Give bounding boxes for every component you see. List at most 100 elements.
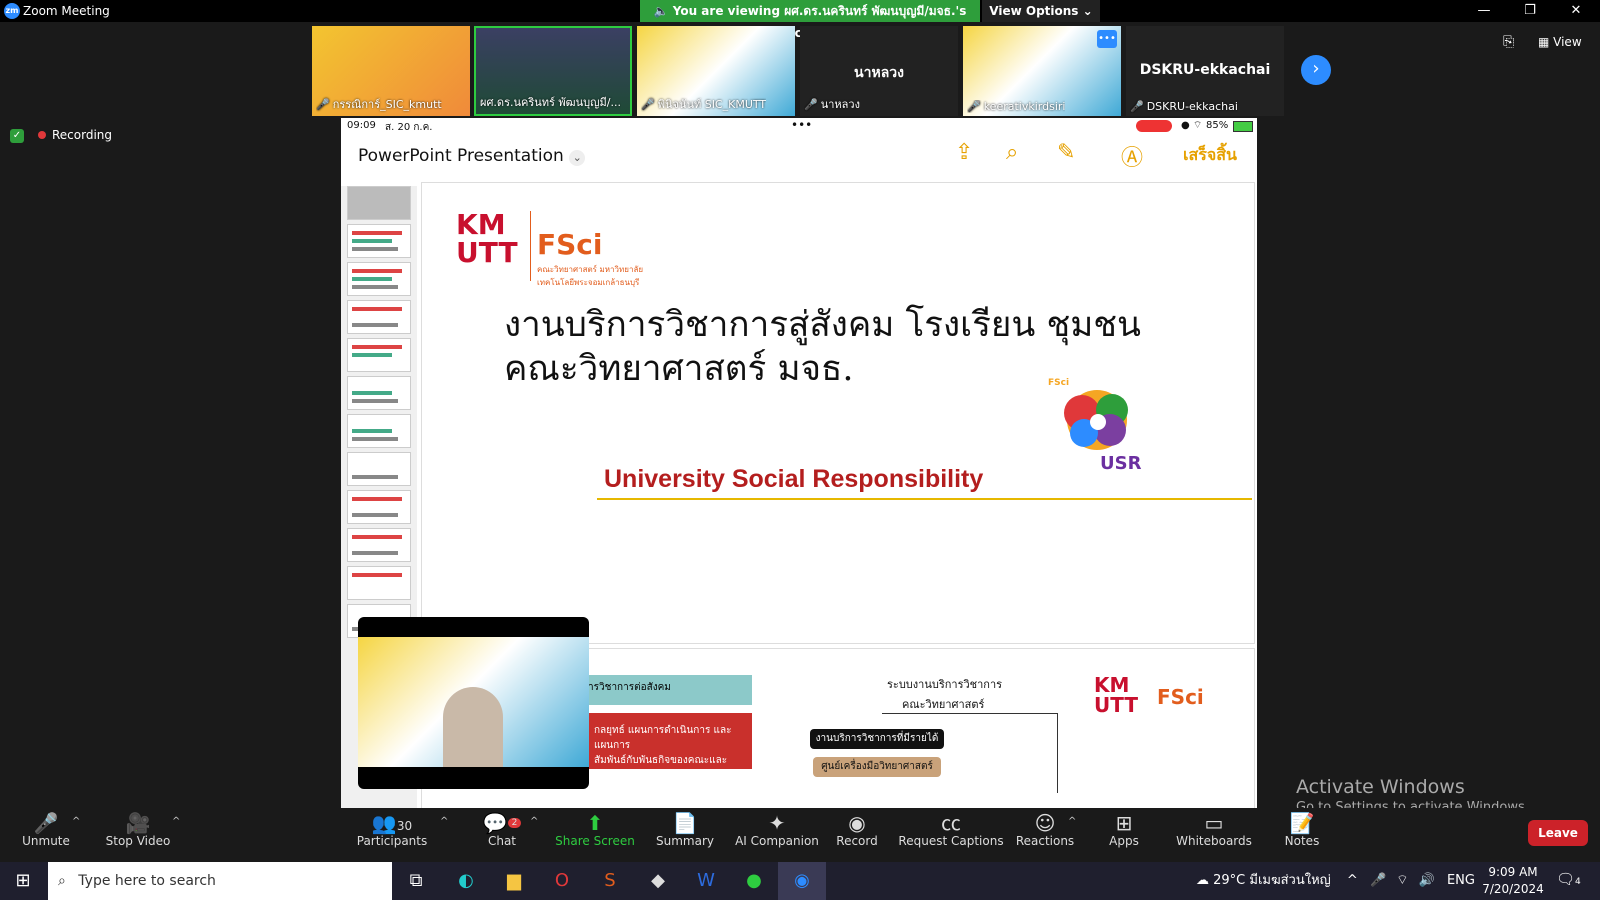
slide-thumbnail[interactable] xyxy=(347,490,411,524)
next-page-arrow-icon[interactable]: › xyxy=(1301,55,1331,85)
view-options-button[interactable]: View Options ⌄ xyxy=(982,0,1100,22)
slide-thumbnail[interactable] xyxy=(347,338,411,372)
mic-icon[interactable]: 🎤 xyxy=(1370,873,1386,888)
captions-button[interactable]: ㏄ Request Captions xyxy=(896,808,1006,862)
network-icon[interactable]: ⌔ xyxy=(1396,873,1408,888)
view-button[interactable]: ▦ View xyxy=(1538,35,1582,49)
usr-logo-fsci: FSci xyxy=(1048,378,1070,388)
participant-tile[interactable]: 🎤 พินิจนันท์ SIC_KMUTT xyxy=(637,26,795,116)
kmutt-logo-small: KM UTT xyxy=(1094,673,1138,717)
recording-indicator[interactable]: ✓ Recording xyxy=(10,128,112,143)
participants-button[interactable]: 👥30 Participants xyxy=(342,808,442,862)
slide2-box2-line1: กลยุทธ์ แผนการดำเนินการ และแผนการ xyxy=(594,725,732,751)
pen-tools-icon[interactable]: ✎ xyxy=(1057,140,1075,165)
line-icon[interactable]: ● xyxy=(730,862,778,900)
volume-icon[interactable]: 🔊 xyxy=(1419,873,1435,888)
clock[interactable]: 9:09 AM 7/20/2024 xyxy=(1478,864,1548,898)
participant-tile[interactable]: 🎤 กรรณิการ์_SIC_kmutt xyxy=(312,26,470,116)
more-dots-icon[interactable]: ••• xyxy=(791,118,812,132)
markup-icon[interactable]: Ⓐ xyxy=(1121,140,1143,172)
mic-muted-icon: 🎤 xyxy=(967,100,981,113)
apps-button[interactable]: ⊞ Apps xyxy=(1074,808,1174,862)
slide-thumbnail[interactable] xyxy=(347,414,411,448)
opera-icon[interactable]: O xyxy=(538,862,586,900)
weather-text[interactable]: 29°C มีเมฆส่วนใหญ่ xyxy=(1213,873,1331,888)
slide-thumbnail[interactable] xyxy=(347,224,411,258)
slide-thumbnail[interactable] xyxy=(347,528,411,562)
fsci-logo-small: FSci xyxy=(1157,685,1204,709)
chevron-up-icon[interactable]: ^ xyxy=(172,816,180,827)
participant-tile-active[interactable]: ผศ.ดร.นครินทร์ พัฒนบุญมี/... xyxy=(474,26,632,116)
slide-thumbnail[interactable] xyxy=(347,452,411,486)
chevron-up-icon[interactable]: ^ xyxy=(530,816,538,827)
notes-label: Notes xyxy=(1284,834,1320,848)
participant-name: ผศ.ดร.นครินทร์ พัฒนบุญมี/... xyxy=(480,96,621,109)
usr-heading: University Social Responsibility xyxy=(604,465,984,493)
slide-thumbnail[interactable] xyxy=(347,376,411,410)
slide-thumbnail[interactable] xyxy=(347,566,411,600)
participant-big-name: นาหลวง xyxy=(854,65,904,81)
slide2-subheading: คณะวิทยาศาสตร์ xyxy=(902,698,985,711)
done-button[interactable]: เสร็จสิ้น xyxy=(1183,143,1237,168)
weather-icon[interactable]: ☁ xyxy=(1196,873,1213,888)
edge-icon[interactable]: ◐ xyxy=(442,862,490,900)
notification-count: 4 xyxy=(1575,877,1581,887)
zoom-logo-icon: zm xyxy=(4,3,20,19)
whiteboards-label: Whiteboards xyxy=(1176,834,1252,848)
share-screen-icon: ⬆ xyxy=(586,811,604,835)
wifi-icon: ● ⌔ xyxy=(1181,120,1203,131)
slide-current[interactable]: KM UTT FSci คณะวิทยาศาสตร์ มหาวิทยาลัยเท… xyxy=(421,182,1255,644)
participants-label: Participants xyxy=(356,834,428,848)
notification-icon[interactable]: 🗨4 xyxy=(1556,870,1581,888)
chevron-down-icon[interactable]: ⌄ xyxy=(569,150,586,166)
cc-icon: ㏄ xyxy=(941,811,961,835)
record-icon: ◉ xyxy=(848,811,866,835)
share-screen-button[interactable]: ⬆ Share Screen xyxy=(545,808,645,862)
leave-button[interactable]: Leave xyxy=(1528,820,1588,846)
language-indicator[interactable]: ENG xyxy=(1447,873,1475,888)
share-icon[interactable]: ⇪ xyxy=(955,140,973,165)
chevron-up-icon[interactable]: ^ xyxy=(440,816,448,827)
restore-button[interactable]: ❐ xyxy=(1508,0,1552,22)
slide-thumbnail[interactable] xyxy=(347,300,411,334)
s-app-icon[interactable]: S xyxy=(586,862,634,900)
notes-icon: 📝 xyxy=(1289,811,1315,835)
stop-video-label: Stop Video xyxy=(105,834,171,848)
word-icon[interactable]: W xyxy=(682,862,730,900)
tree-line xyxy=(882,713,1058,714)
participant-tile[interactable]: นาหลวง 🎤 นาหลวง xyxy=(800,26,958,116)
reactions-label: Reactions xyxy=(1015,834,1075,848)
underline-divider xyxy=(597,498,1252,500)
status-time: 09:09 xyxy=(347,120,376,131)
file-explorer-icon[interactable]: ▆ xyxy=(490,862,538,900)
layout-icon[interactable]: ⎘ xyxy=(1503,34,1514,50)
unmute-label: Unmute xyxy=(22,834,70,848)
app-icon[interactable]: ◆ xyxy=(634,862,682,900)
zoom-taskbar-icon[interactable]: ◉ xyxy=(778,862,826,900)
ppt-title[interactable]: PowerPoint Presentation ⌄ xyxy=(358,146,586,166)
logo-divider xyxy=(530,211,531,281)
summary-button[interactable]: 📄 Summary xyxy=(635,808,735,862)
record-button[interactable]: ◉ Record xyxy=(807,808,907,862)
windows-taskbar: ⊞ ⌕ Type here to search ⧉ ◐ ▆ O S ◆ W ● … xyxy=(0,862,1600,900)
slide2-heading: ระบบงานบริการวิชาการ xyxy=(887,678,1003,691)
whiteboards-button[interactable]: ▭ Whiteboards xyxy=(1164,808,1264,862)
search-icon[interactable]: ⌕ xyxy=(1006,140,1018,165)
notes-button[interactable]: 📝 Notes xyxy=(1262,808,1342,862)
slide-thumbnail[interactable] xyxy=(347,262,411,296)
chevron-up-icon[interactable]: ^ xyxy=(72,816,80,827)
mic-muted-icon: 🎤 xyxy=(641,98,655,111)
record-dot-icon xyxy=(38,131,46,139)
pip-video[interactable] xyxy=(358,617,589,789)
windows-start-icon[interactable]: ⊞ xyxy=(0,862,46,900)
taskbar-search[interactable]: ⌕ Type here to search xyxy=(48,862,392,900)
task-view-icon[interactable]: ⧉ xyxy=(392,862,440,900)
participant-tile[interactable]: ••• 🎤 keerativkirdsiri xyxy=(963,26,1121,116)
more-options-icon[interactable]: ••• xyxy=(1097,30,1117,48)
slide-thumbnail[interactable] xyxy=(347,186,411,220)
close-button[interactable]: ✕ xyxy=(1554,0,1598,22)
apps-label: Apps xyxy=(1109,834,1139,848)
chevron-up-icon[interactable]: ^ xyxy=(1347,873,1358,888)
participant-tile[interactable]: DSKRU-ekkachai 🎤 DSKRU-ekkachai xyxy=(1126,26,1284,116)
minimize-button[interactable]: — xyxy=(1462,0,1506,22)
